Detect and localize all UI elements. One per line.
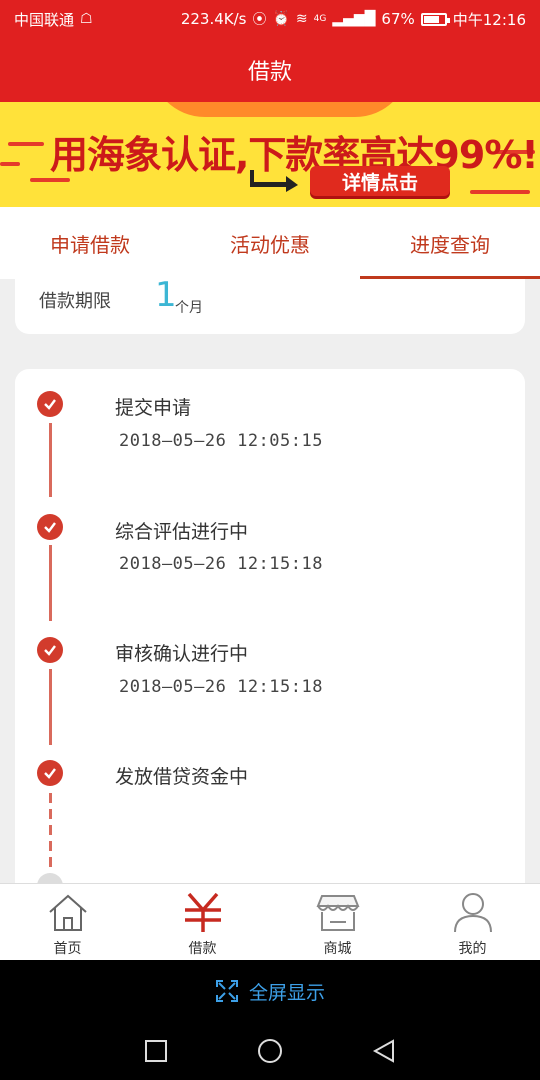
banner-arc (150, 102, 410, 117)
signal-icon: ▂▄▆█ (332, 11, 376, 27)
loan-term-unit: 个月 (175, 300, 203, 316)
network-speed: 223.4K/s (180, 10, 247, 28)
banner-stripe (8, 142, 44, 146)
step-time: 2018—05—26 12:15:18 (119, 677, 323, 697)
step-time: 2018—05—26 12:15:18 (119, 554, 323, 574)
check-icon (37, 760, 63, 786)
wifi-icon: ≋ (295, 11, 308, 27)
person-icon (453, 893, 492, 933)
yen-icon (184, 892, 221, 932)
network-type: 4G (313, 14, 327, 24)
nav-label: 商城 (323, 941, 352, 957)
step-title: 提交申请 (115, 397, 192, 419)
step-title: 审核确认进行中 (115, 643, 249, 665)
banner-stripe (0, 162, 20, 166)
timeline-line-pending (49, 793, 52, 873)
bottom-navigation: 首页 借款 商城 我的 (0, 883, 540, 960)
check-icon (37, 514, 63, 540)
banner-stripe (470, 190, 530, 194)
nav-me[interactable]: 我的 (405, 884, 540, 960)
promo-banner[interactable]: 用海象认证,下款率高达99%! 详情点击 (0, 102, 540, 207)
recents-icon[interactable] (143, 1038, 169, 1064)
progress-timeline: 提交申请 2018—05—26 12:05:15 综合评估进行中 2018—05… (15, 369, 525, 889)
timeline-line (49, 423, 52, 497)
step-title: 发放借贷资金中 (115, 766, 249, 788)
tab-promotions[interactable]: 活动优惠 (180, 207, 360, 279)
step-title: 综合评估进行中 (115, 521, 249, 543)
tab-apply-loan[interactable]: 申请借款 (0, 207, 180, 279)
notification-icon: ☖ (80, 11, 93, 27)
back-icon[interactable] (371, 1038, 397, 1064)
fullscreen-bar[interactable]: 全屏显示 (0, 960, 540, 1022)
nav-label: 借款 (188, 941, 217, 957)
tab-bar: 申请借款 活动优惠 进度查询 (0, 207, 540, 279)
step-time: 2018—05—26 12:05:15 (119, 431, 323, 451)
loan-term-label: 借款期限 (39, 291, 111, 312)
system-navigation (0, 1022, 540, 1080)
page-title: 借款 (247, 60, 292, 85)
arrow-icon (250, 170, 298, 192)
status-bar: 中国联通 ☖ 223.4K/s ⦿ ⏰ ≋ 4G ▂▄▆█ 67% 中午12:1… (0, 0, 540, 38)
home-button-icon[interactable] (256, 1037, 284, 1065)
tab-label: 申请借款 (50, 232, 130, 257)
location-icon: ⦿ (252, 12, 267, 28)
clock: 中午12:16 (452, 10, 526, 29)
nav-home[interactable]: 首页 (0, 884, 135, 960)
battery-icon (420, 12, 450, 26)
timeline-line (49, 545, 52, 621)
carrier-label: 中国联通 (14, 10, 75, 29)
timeline-line (49, 669, 52, 745)
battery-percent: 67% (381, 10, 415, 28)
tab-label: 进度查询 (410, 232, 490, 257)
tab-progress[interactable]: 进度查询 (360, 207, 540, 279)
expand-icon (215, 980, 238, 1002)
loan-term-card: 借款期限 1 个月 (15, 275, 525, 334)
page-header: 借款 (0, 38, 540, 102)
banner-cta-button[interactable]: 详情点击 (310, 166, 450, 196)
fullscreen-label: 全屏显示 (248, 981, 325, 1004)
check-icon (37, 637, 63, 663)
nav-label: 首页 (53, 941, 82, 957)
tab-label: 活动优惠 (230, 232, 310, 257)
nav-loan[interactable]: 借款 (135, 884, 270, 960)
nav-store[interactable]: 商城 (270, 884, 405, 960)
check-icon (37, 391, 63, 417)
alarm-icon: ⏰ (272, 11, 290, 27)
loan-term-value: 1 (155, 275, 177, 315)
nav-label: 我的 (458, 941, 487, 957)
home-icon (48, 894, 87, 931)
store-icon (316, 895, 359, 931)
